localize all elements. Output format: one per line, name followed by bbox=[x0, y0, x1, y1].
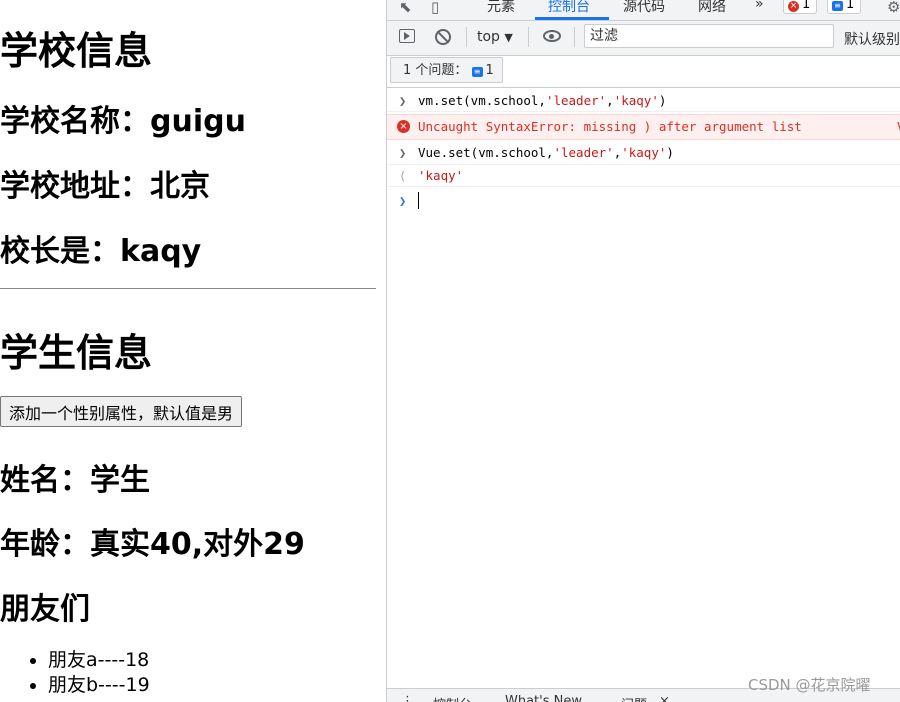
issues-bar: 1 个问题： ≡ 1 bbox=[387, 56, 900, 88]
rendered-page: 学校信息 学校名称：guigu 学校地址：北京 校长是：kaqy 学生信息 添加… bbox=[0, 0, 386, 702]
code-text: ) bbox=[666, 145, 674, 160]
console-input-line: ❯ Vue.set(vm.school,'leader','kaqy') bbox=[387, 141, 900, 165]
console-input-line: ❯ vm.set(vm.school,'leader','kaqy') bbox=[387, 90, 900, 112]
filter-input[interactable] bbox=[584, 24, 834, 48]
sidebar-toggle-icon[interactable] bbox=[399, 29, 415, 43]
message-count: 1 bbox=[846, 0, 855, 12]
code-text: , bbox=[606, 93, 614, 108]
drawer-tab-whats-new[interactable]: What's New bbox=[505, 694, 582, 702]
tab-console[interactable]: 控制台 bbox=[548, 0, 590, 16]
code-string: 'kaqy' bbox=[613, 93, 659, 108]
divider bbox=[0, 288, 376, 289]
watermark: CSDN @花京院曜 bbox=[748, 676, 871, 694]
chevron-right-icon: ❯ bbox=[399, 194, 407, 208]
add-sex-button[interactable]: 添加一个性别属性，默认值是男 bbox=[0, 396, 243, 427]
tab-network[interactable]: 网络 bbox=[698, 0, 726, 16]
close-icon[interactable]: × bbox=[659, 694, 670, 702]
list-item: 朋友a----18 bbox=[48, 648, 150, 673]
code-string: 'kaqy' bbox=[621, 145, 667, 160]
error-count-badge[interactable]: × 1 bbox=[783, 0, 818, 14]
chevron-left-icon: ⟨ bbox=[399, 169, 407, 183]
code-text: Vue.set(vm.school, bbox=[418, 145, 554, 160]
device-toolbar-icon[interactable]: ▯ bbox=[431, 0, 439, 16]
toolbar-separator bbox=[528, 27, 529, 47]
school-leader: 校长是：kaqy bbox=[0, 234, 202, 269]
school-heading: 学校信息 bbox=[0, 29, 153, 73]
devtools-tabbar: ⬉ ▯ 元素 控制台 源代码 网络 » × 1 ≡ 1 ⚙ bbox=[387, 0, 900, 21]
student-name: 姓名：学生 bbox=[0, 463, 150, 498]
code-string: 'leader' bbox=[545, 93, 607, 108]
console-toolbar: top ▼ 默认级别 bbox=[387, 21, 900, 56]
console-result-line: ⟨ 'kaqy' bbox=[387, 165, 900, 187]
console-prompt[interactable]: ❯ bbox=[387, 189, 900, 213]
clear-console-icon[interactable] bbox=[435, 29, 451, 45]
message-icon: ≡ bbox=[832, 1, 843, 11]
devtools-panel: ⬉ ▯ 元素 控制台 源代码 网络 » ×1 ≡1 ⚙ top ▼ 默认级别 1… bbox=[386, 0, 900, 702]
issues-label: 1 个问题： bbox=[403, 63, 468, 78]
tab-elements[interactable]: 元素 bbox=[487, 0, 515, 16]
chevron-down-icon: ▼ bbox=[504, 31, 513, 44]
message-count-badge[interactable]: ≡ 1 bbox=[827, 0, 862, 14]
result-value: 'kaqy' bbox=[418, 168, 464, 183]
student-age: 年龄：真实40,对外29 bbox=[0, 527, 305, 562]
code-text: vm.set(vm.school, bbox=[418, 93, 546, 108]
console-error-line: × Uncaught SyntaxError: missing ) after a… bbox=[387, 114, 900, 140]
error-message: Uncaught SyntaxError: missing ) after ar… bbox=[418, 119, 802, 134]
drawer-tab-console[interactable]: 控制台 bbox=[433, 694, 472, 702]
code-text: ) bbox=[658, 93, 667, 108]
error-icon: × bbox=[788, 1, 799, 12]
list-item: 朋友b----19 bbox=[48, 673, 150, 698]
chevron-right-icon: ❯ bbox=[399, 94, 407, 108]
context-select[interactable]: top ▼ bbox=[477, 29, 513, 45]
text-caret bbox=[418, 192, 419, 209]
school-name: 学校名称：guigu bbox=[0, 104, 246, 139]
issues-count: 1 bbox=[485, 63, 494, 78]
toolbar-separator bbox=[574, 27, 575, 47]
tab-sources[interactable]: 源代码 bbox=[623, 0, 665, 16]
issues-button[interactable]: 1 个问题： ≡ 1 bbox=[390, 57, 503, 83]
log-level-select[interactable]: 默认级别 bbox=[844, 29, 900, 49]
friends-list: 朋友a----18 朋友b----19 bbox=[0, 648, 150, 698]
settings-icon[interactable]: ⚙ bbox=[887, 0, 900, 16]
error-count: 1 bbox=[802, 0, 811, 12]
active-tab-indicator bbox=[535, 17, 609, 20]
chevron-right-icon: ❯ bbox=[399, 146, 407, 160]
drawer-tab-issues[interactable]: 问题 bbox=[621, 694, 647, 702]
school-address: 学校地址：北京 bbox=[0, 169, 210, 204]
friends-heading: 朋友们 bbox=[0, 592, 90, 627]
more-tabs-button[interactable]: » bbox=[755, 0, 764, 12]
eye-icon[interactable] bbox=[543, 30, 561, 42]
student-heading: 学生信息 bbox=[0, 331, 153, 375]
code-string: 'leader' bbox=[553, 145, 614, 160]
error-icon: × bbox=[397, 120, 410, 133]
drawer-menu-icon[interactable]: ⋮ bbox=[401, 694, 414, 702]
inspect-icon[interactable]: ⬉ bbox=[399, 0, 412, 16]
context-value: top bbox=[477, 29, 500, 45]
toolbar-separator bbox=[466, 27, 467, 47]
issue-icon: ≡ bbox=[471, 67, 483, 77]
